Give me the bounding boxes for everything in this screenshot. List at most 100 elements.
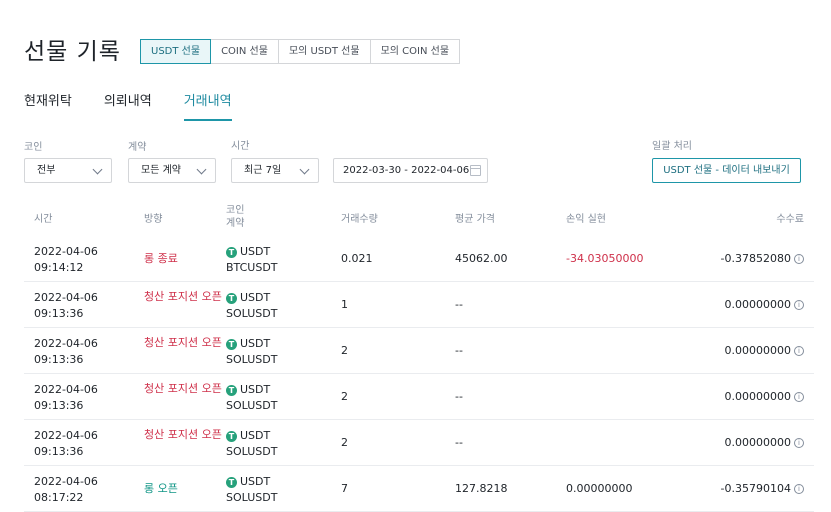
row-time: 09:13:36 [34,307,84,320]
row-direction: 청산 포지션 오픈 [144,382,222,395]
header-avg-price: 평균 가격 [455,214,495,225]
row-quantity: 0.021 [341,252,373,265]
header-contract: 계약 [226,218,245,229]
history-tabs: 현재위탁 의뢰내역 거래내역 [24,90,264,121]
row-datetime: 2022-04-06 09:13:36 [34,428,98,460]
row-direction: 청산 포지션 오픈 [144,336,222,349]
row-datetime: 2022-04-06 09:13:36 [34,290,98,322]
row-quantity: 1 [341,298,348,311]
tab-open-orders[interactable]: 현재위탁 [24,90,72,121]
row-avg-price: -- [455,436,463,449]
header-pnl: 손익 실현 [566,214,606,225]
row-time: 09:14:12 [34,261,84,274]
row-direction: 청산 포지션 오픈 [144,428,222,441]
row-fee: -0.37852080 [720,252,791,265]
row-symbol: SOLUSDT [226,307,278,320]
segment-mock-coin-futures[interactable]: 모의 COIN 선물 [370,39,461,64]
info-icon[interactable]: i [794,299,804,310]
info-icon[interactable]: i [794,253,804,264]
table-row: 2022-04-06 09:13:36 청산 포지션 오픈 T USDT SOLUSDT 2… [24,420,814,466]
row-quantity: 2 [341,436,348,449]
info-icon[interactable]: i [794,437,804,448]
chevron-down-icon [92,164,103,175]
bulk-action-label: 일괄 처리 [652,141,692,152]
row-avg-price: 45062.00 [455,252,508,265]
tether-icon: T [226,246,237,258]
row-fee-cell: 0.00000000 i [725,436,804,449]
time-select[interactable]: 최근 7일 [231,158,319,183]
coin-select[interactable]: 전부 [24,158,112,183]
row-fee-cell: -0.37852080 i [721,252,804,265]
tether-icon: T [226,338,237,350]
row-time: 09:13:36 [34,399,84,412]
contract-select[interactable]: 모든 계약 [128,158,216,183]
table-row: 2022-04-06 09:13:36 청산 포지션 오픈 T USDT SOLUSDT 1… [24,282,814,328]
row-avg-price: -- [455,298,463,311]
header-time: 시간 [34,214,53,225]
coin-filter-label: 코인 [24,142,43,153]
time-select-value: 최근 7일 [244,165,282,176]
row-coin-contract: T USDT BTCUSDT [226,244,278,276]
tether-icon: T [226,384,237,396]
row-datetime: 2022-04-06 09:14:12 [34,244,98,276]
tab-order-history[interactable]: 의뢰내역 [104,90,152,121]
row-coin-contract: T USDT SOLUSDT [226,290,277,322]
row-direction: 청산 포지션 오픈 [144,290,222,303]
table-row: 2022-04-06 09:14:12 롱 종료 T USDT BTCUSDT 0.021 4… [24,236,814,282]
date-range-value: 2022-03-30 - 2022-04-06 [343,165,470,176]
row-time: 09:13:36 [34,445,84,458]
row-direction: 롱 종료 [144,252,178,265]
row-date: 2022-04-06 [34,475,98,488]
row-quantity: 2 [341,344,348,357]
calendar-icon [470,165,481,176]
tether-icon: T [226,292,237,304]
row-date: 2022-04-06 [34,245,98,258]
segment-usdt-futures[interactable]: USDT 선물 [140,39,212,64]
info-icon[interactable]: i [794,345,804,356]
row-pnl: 0.00000000 [566,482,633,495]
row-fee-cell: 0.00000000 i [725,298,804,311]
row-symbol: SOLUSDT [226,491,278,504]
row-datetime: 2022-04-06 08:17:22 [34,474,98,506]
row-symbol: BTCUSDT [226,261,278,274]
segment-mock-usdt-futures[interactable]: 모의 USDT 선물 [278,39,371,64]
chevron-down-icon [196,164,207,175]
row-coin: USDT [240,475,271,488]
row-coin: USDT [240,245,271,258]
info-icon[interactable]: i [794,391,804,402]
row-date: 2022-04-06 [34,429,98,442]
tether-icon: T [226,430,237,442]
row-quantity: 7 [341,482,348,495]
segment-coin-futures[interactable]: COIN 선물 [211,39,279,64]
row-coin: USDT [240,291,271,304]
row-time: 08:17:22 [34,491,84,504]
export-data-button[interactable]: USDT 선물 - 데이터 내보내기 [652,158,801,183]
row-time: 09:13:36 [34,353,84,366]
table-row: 2022-04-06 09:13:36 청산 포지션 오픈 T USDT SOLUSDT 2… [24,328,814,374]
header-fee: 수수료 [776,214,804,225]
row-symbol: SOLUSDT [226,353,278,366]
coin-select-value: 전부 [37,165,56,176]
chevron-down-icon [299,164,310,175]
row-fee: 0.00000000 [724,344,791,357]
row-fee: 0.00000000 [724,298,791,311]
row-pnl: -34.03050000 [566,252,644,265]
row-coin-contract: T USDT SOLUSDT [226,336,277,368]
row-avg-price: 127.8218 [455,482,508,495]
row-symbol: SOLUSDT [226,445,278,458]
tether-icon: T [226,476,237,488]
row-avg-price: -- [455,344,463,357]
tab-trade-history[interactable]: 거래내역 [183,90,232,121]
row-coin-contract: T USDT SOLUSDT [226,474,277,506]
time-filter-label: 시간 [231,141,250,152]
info-icon[interactable]: i [794,483,804,494]
header-coin-contract: 코인 계약 [226,204,244,230]
page-title: 선물 기록 [24,39,121,65]
date-range-picker[interactable]: 2022-03-30 - 2022-04-06 [333,158,488,183]
row-fee: 0.00000000 [724,436,791,449]
contract-filter-label: 계약 [128,142,147,153]
row-symbol: SOLUSDT [226,399,278,412]
row-direction: 롱 오픈 [144,482,178,495]
row-date: 2022-04-06 [34,383,98,396]
contract-select-value: 모든 계약 [141,165,181,176]
